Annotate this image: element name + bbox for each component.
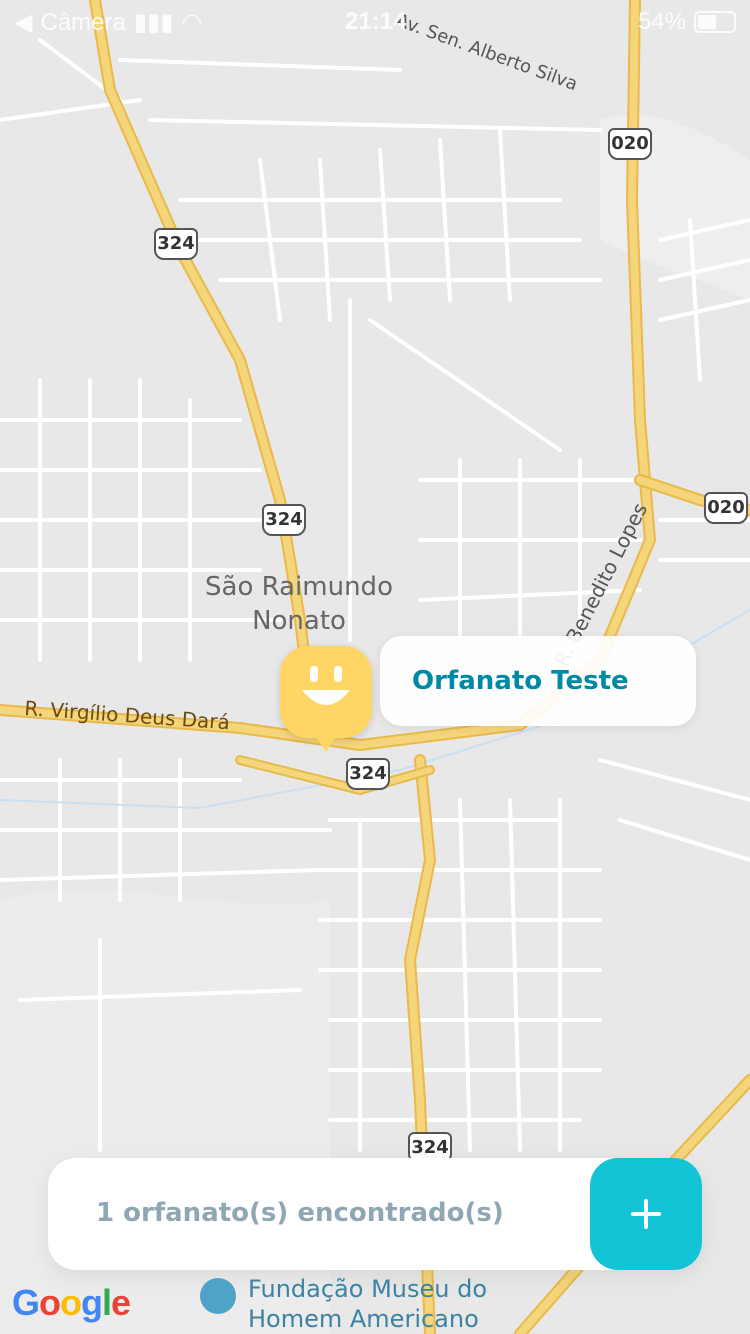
orphanage-map-pin[interactable] (280, 646, 372, 752)
status-bar: ◀ Câmera ▮▮▮ ◠ 21:14 54% (0, 0, 750, 40)
poi-label-line: Fundação Museu do (248, 1275, 488, 1303)
back-app-label[interactable]: Câmera (40, 9, 125, 37)
route-shield: 324 (262, 504, 306, 536)
route-shield: 020 (608, 128, 652, 160)
wifi-icon: ◠ (181, 9, 203, 36)
route-shield: 020 (704, 492, 748, 524)
poi-label-line: Homem Americano (248, 1305, 479, 1333)
orphanage-callout[interactable]: Orfanato Teste (380, 636, 696, 726)
smile-icon (302, 666, 350, 705)
poi-label[interactable]: Fundação Museu do Homem Americano (248, 1274, 487, 1334)
city-label-line: São Raimundo (205, 572, 393, 602)
orphanage-name[interactable]: Orfanato Teste (412, 666, 629, 696)
status-time: 21:14 (345, 8, 407, 35)
city-label-line: Nonato (252, 606, 346, 636)
plus-icon (631, 1199, 661, 1229)
back-arrow-icon[interactable]: ◀ (14, 8, 32, 37)
route-shield: 324 (346, 758, 390, 790)
route-shield: 324 (154, 228, 198, 260)
battery-percent: 54% (637, 8, 686, 35)
battery-icon (694, 11, 736, 33)
city-label: São Raimundo Nonato (194, 570, 404, 638)
results-count: 1 orfanato(s) encontrado(s) (96, 1198, 504, 1228)
museum-icon[interactable] (200, 1278, 236, 1314)
google-logo[interactable]: Google (12, 1282, 131, 1324)
signal-icon: ▮▮▮ (133, 9, 174, 36)
add-orphanage-button[interactable] (590, 1158, 702, 1270)
